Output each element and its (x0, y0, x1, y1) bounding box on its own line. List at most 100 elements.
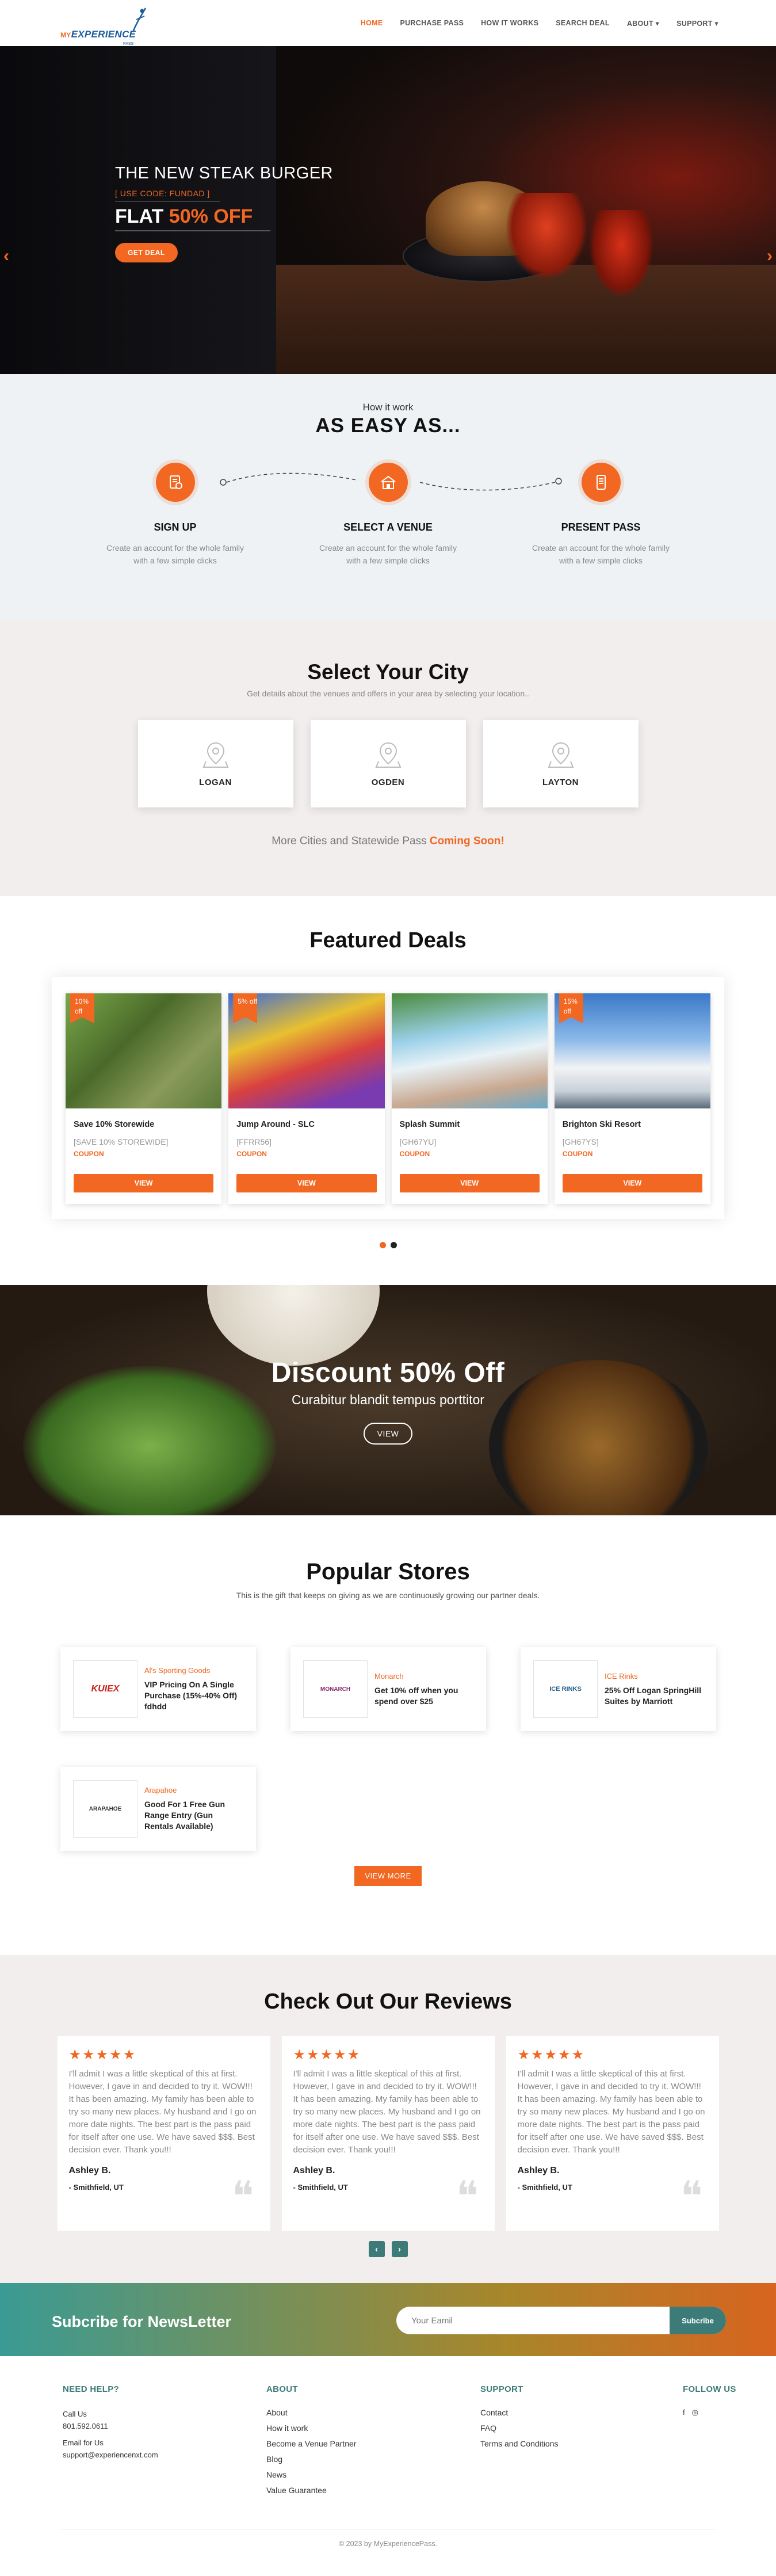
site-logo[interactable]: MYEXPERIENCE PASS (60, 6, 147, 46)
newsletter-form: Subcribe (396, 2307, 726, 2334)
nav-purchase-pass[interactable]: PURCHASE PASS (400, 19, 464, 28)
how-title: AS EASY AS... (315, 414, 461, 437)
star-rating-icon: ★★★★★ (517, 2047, 586, 2063)
site-header: MYEXPERIENCE PASS HOME PURCHASE PASS HOW… (0, 0, 776, 46)
reviews-next-icon[interactable]: › (391, 2241, 408, 2257)
newsletter-email-input[interactable] (396, 2307, 670, 2334)
deal-code: [GH67YS] (562, 1137, 599, 1146)
store-info: Al's Sporting Goods VIP Pricing On A Sin… (144, 1666, 243, 1712)
reviews-list: ★★★★★ I'll admit I was a little skeptica… (0, 2036, 776, 2231)
deal-card[interactable]: Splash Summit [GH67YU] COUPON VIEW (391, 993, 548, 1204)
view-more-button[interactable]: VIEW MORE (354, 1866, 422, 1886)
footer-link-value-guarantee[interactable]: Value Guarantee (266, 2486, 356, 2495)
deal-image: 10% off (66, 993, 222, 1108)
store-deal-name: VIP Pricing On A Single Purchase (15%-40… (144, 1680, 238, 1711)
cities-title: Select Your City (307, 660, 469, 684)
footer-about: ABOUT About How it work Become a Venue P… (266, 2384, 356, 2501)
hero-content: THE NEW STEAK BURGER [ USE CODE: FUNDAD … (115, 164, 333, 262)
discount-badge: 10% off (70, 993, 94, 1023)
carousel-dot[interactable] (379, 1242, 386, 1248)
store-logo: ICE RINKS (533, 1660, 598, 1718)
nav-home[interactable]: HOME (361, 19, 383, 28)
footer-link-news[interactable]: News (266, 2470, 356, 2479)
footer-link-terms[interactable]: Terms and Conditions (480, 2439, 558, 2448)
pass-icon (581, 463, 621, 502)
instagram-icon[interactable]: ◎ (692, 2408, 698, 2417)
footer-link-blog[interactable]: Blog (266, 2455, 356, 2464)
view-deal-button[interactable]: VIEW (74, 1174, 214, 1192)
deal-card[interactable]: 5% off Jump Around - SLC [FFRR56] COUPON… (228, 993, 385, 1204)
store-deal-name: Get 10% off when you spend over $25 (374, 1685, 458, 1706)
hero-prev-arrow-icon[interactable]: ‹ (3, 246, 9, 266)
city-card-layton[interactable]: LAYTON (483, 720, 639, 807)
nav-support-dropdown[interactable]: SUPPORT ▾ (676, 19, 718, 28)
view-deal-button[interactable]: VIEW (236, 1174, 377, 1192)
store-deal-name: 25% Off Logan SpringHill Suites by Marri… (605, 1685, 702, 1706)
city-card-ogden[interactable]: OGDEN (310, 720, 466, 807)
nav-about-dropdown[interactable]: ABOUT ▾ (627, 19, 659, 28)
carousel-dots (0, 1242, 776, 1248)
city-name: LOGAN (199, 777, 232, 787)
store-logo: KUIEX (73, 1660, 137, 1718)
facebook-icon[interactable]: f (683, 2408, 685, 2417)
nav-how-it-works[interactable]: HOW IT WORKS (481, 19, 538, 28)
quote-icon: ❝ (456, 2172, 479, 2220)
footer-support: SUPPORT Contact FAQ Terms and Conditions (480, 2384, 558, 2455)
quote-icon: ❝ (680, 2172, 703, 2220)
how-subtitle: How it work (362, 402, 414, 413)
reviewer-location: - Smithfield, UT (68, 2183, 124, 2192)
step-select-venue: SELECT A VENUE Create an account for the… (314, 463, 463, 567)
quote-icon: ❝ (231, 2172, 254, 2220)
step-sign-up: SIGN UP Create an account for the whole … (101, 463, 250, 567)
get-deal-button[interactable]: GET DEAL (115, 243, 178, 262)
deal-name: Splash Summit (399, 1120, 460, 1129)
reviewer-name: Ashley B. (68, 2166, 111, 2175)
reviewer-location: - Smithfield, UT (293, 2183, 348, 2192)
city-card-logan[interactable]: LOGAN (137, 720, 293, 807)
carousel-dot-active[interactable] (390, 1242, 397, 1248)
sign-up-icon (155, 463, 195, 502)
discount-badge: 5% off (233, 993, 258, 1023)
reviewer-location: - Smithfield, UT (517, 2183, 572, 2192)
deal-card[interactable]: 15% off Brighton Ski Resort [GH67YS] COU… (554, 993, 710, 1204)
store-card[interactable]: MONARCH Monarch Get 10% off when you spe… (290, 1647, 486, 1731)
view-deal-button[interactable]: VIEW (399, 1174, 540, 1192)
discount-view-button[interactable]: VIEW (363, 1423, 413, 1445)
footer-heading: ABOUT (266, 2384, 298, 2394)
store-card[interactable]: ARAPAHOE Arapahoe Good For 1 Free Gun Ra… (60, 1767, 256, 1851)
reviews-prev-icon[interactable]: ‹ (368, 2241, 385, 2257)
hero-divider (115, 230, 270, 231)
reviews-title: Check Out Our Reviews (264, 1990, 512, 2014)
store-card[interactable]: KUIEX Al's Sporting Goods VIP Pricing On… (60, 1647, 256, 1731)
footer-link-venue-partner[interactable]: Become a Venue Partner (266, 2439, 356, 2448)
deal-name: Brighton Ski Resort (562, 1120, 641, 1129)
email-link[interactable]: support@experiencenxt.com (63, 2449, 158, 2461)
steps: SIGN UP Create an account for the whole … (101, 463, 676, 578)
phone-link[interactable]: 801.592.0611 (63, 2420, 158, 2432)
hero-table-photo (276, 265, 776, 374)
featured-deals-section: Featured Deals 10% off Save 10% Storewid… (0, 896, 776, 1285)
store-info: ICE Rinks 25% Off Logan SpringHill Suite… (605, 1672, 704, 1707)
deal-type: COUPON (399, 1150, 430, 1158)
main-nav: HOME PURCHASE PASS HOW IT WORKS SEARCH D… (361, 19, 718, 28)
footer-link-contact[interactable]: Contact (480, 2408, 558, 2417)
deal-card[interactable]: 10% off Save 10% Storewide [SAVE 10% STO… (66, 993, 222, 1204)
discount-badge: 15% off (559, 993, 583, 1023)
store-category: Al's Sporting Goods (144, 1666, 211, 1675)
footer-link-about[interactable]: About (266, 2408, 356, 2417)
reviewer-name: Ashley B. (517, 2166, 560, 2175)
nav-search-deal[interactable]: SEARCH DEAL (556, 19, 610, 28)
deal-code: [FFRR56] (236, 1137, 272, 1146)
deal-type: COUPON (74, 1150, 104, 1158)
view-deal-button[interactable]: VIEW (562, 1174, 702, 1192)
store-card[interactable]: ICE RINKS ICE Rinks 25% Off Logan Spring… (521, 1647, 716, 1731)
subscribe-button[interactable]: Subcribe (670, 2307, 726, 2334)
review-card: ★★★★★ I'll admit I was a little skeptica… (57, 2036, 270, 2231)
review-card: ★★★★★ I'll admit I was a little skeptica… (281, 2036, 495, 2231)
footer-follow: FOLLOW US f ◎ (683, 2384, 736, 2417)
location-pin-icon (202, 742, 228, 768)
hero-next-arrow-icon[interactable]: › (767, 246, 773, 266)
footer-link-faq[interactable]: FAQ (480, 2423, 558, 2433)
location-pin-icon (548, 742, 574, 768)
footer-link-how-it-work[interactable]: How it work (266, 2423, 356, 2433)
